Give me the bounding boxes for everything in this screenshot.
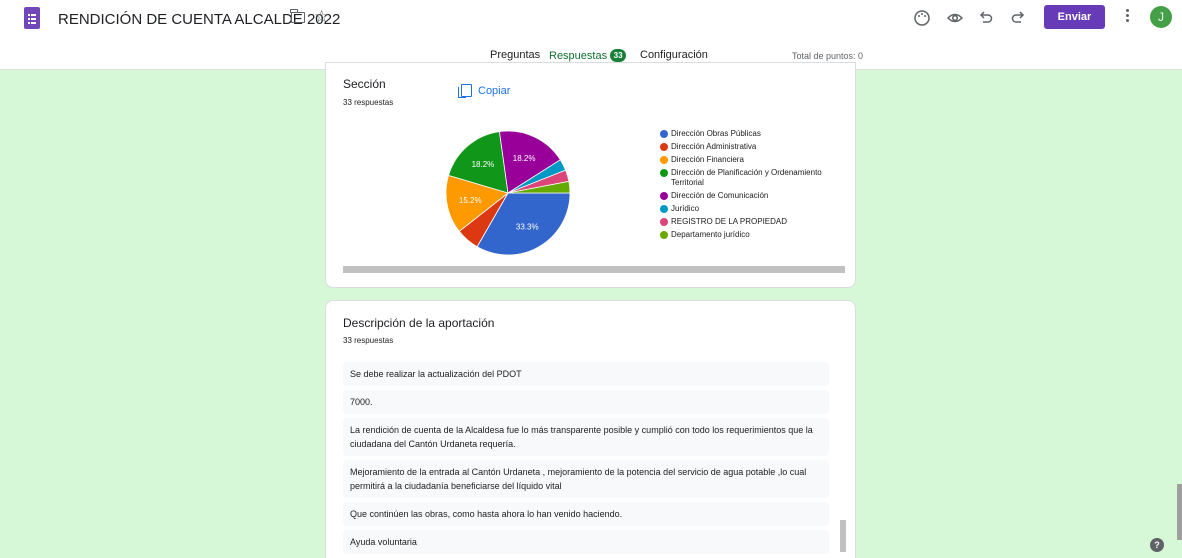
legend-dot (660, 143, 668, 151)
legend-dot (660, 218, 668, 226)
legend-dot (660, 231, 668, 239)
legend-label: Jurídico (671, 204, 700, 213)
tab-questions[interactable]: Preguntas (490, 49, 540, 61)
top-bar: RENDICIÓN DE CUENTA ALCALDE 2022 ☆ Envia… (0, 0, 1182, 44)
responses-scrollbar[interactable] (840, 520, 846, 552)
response-item: La rendición de cuenta de la Alcaldesa f… (343, 418, 829, 456)
legend-label: Dirección Financiera (671, 155, 744, 164)
send-button[interactable]: Enviar (1044, 5, 1105, 29)
legend-item: Dirección de Planificación y Ordenamient… (660, 168, 830, 188)
response-item: Que continúen las obras, como hasta ahor… (343, 502, 829, 526)
legend-dot (660, 130, 668, 138)
chart-horizontal-scrollbar[interactable] (343, 266, 845, 273)
total-points: Total de puntos: 0 (792, 51, 864, 61)
response-item: 7000. (343, 390, 829, 414)
help-icon[interactable]: ? (1150, 538, 1164, 552)
eye-icon[interactable] (945, 8, 965, 28)
tab-responses[interactable]: Respuestas 33 (549, 49, 627, 62)
legend-item: Dirección Financiera (660, 155, 830, 165)
description-card-title: Descripción de la aportación (343, 316, 495, 330)
legend-dot (660, 205, 668, 213)
legend-item: Dirección Administrativa (660, 142, 830, 152)
folder-icon[interactable] (290, 9, 305, 23)
legend-item: Jurídico (660, 204, 830, 214)
legend-item: Dirección Obras Públicas (660, 129, 830, 139)
redo-icon[interactable] (1008, 8, 1028, 28)
response-item: Mejoramiento de la entrada al Cantón Urd… (343, 460, 829, 498)
undo-icon[interactable] (976, 8, 996, 28)
section-card-title: Sección (343, 77, 386, 91)
legend-item: Departamento jurídico (660, 230, 830, 240)
description-card-subtitle: 33 respuestas (343, 336, 394, 345)
section-pie-chart: 33.3% 15.2% 18.2% 18.2% (445, 130, 571, 256)
legend-dot (660, 156, 668, 164)
pie-slice-label: 15.2% (459, 196, 482, 205)
legend-item: REGISTRO DE LA PROPIEDAD (660, 217, 830, 227)
response-item: Ayuda voluntaria (343, 530, 829, 554)
section-card-subtitle: 33 respuestas (343, 98, 394, 107)
pie-slice-label: 18.2% (472, 160, 495, 169)
response-item: Se debe realizar la actualización del PD… (343, 362, 829, 386)
legend-dot (660, 192, 668, 200)
responses-count-badge: 33 (610, 49, 627, 62)
legend-label: Dirección de Comunicación (671, 191, 769, 200)
legend-label: REGISTRO DE LA PROPIEDAD (671, 217, 788, 226)
tab-responses-label: Respuestas (549, 50, 608, 62)
chart-legend: Dirección Obras Públicas Dirección Admini… (660, 129, 830, 243)
star-icon[interactable]: ☆ (314, 8, 329, 25)
legend-item: Dirección de Comunicación (660, 191, 830, 201)
more-vert-icon[interactable] (1125, 7, 1129, 27)
forms-app-icon[interactable] (24, 7, 40, 29)
page-scrollbar[interactable] (1177, 484, 1182, 540)
palette-icon[interactable] (912, 8, 932, 28)
copy-label: Copiar (478, 85, 511, 97)
legend-dot (660, 169, 668, 177)
tab-settings[interactable]: Configuración (640, 49, 708, 61)
copy-icon (458, 84, 472, 98)
pie-slice-label: 33.3% (516, 222, 539, 231)
avatar[interactable]: J (1150, 6, 1172, 28)
legend-label: Departamento jurídico (671, 230, 750, 239)
legend-label: Dirección de Planificación y Ordenamient… (671, 168, 822, 187)
legend-label: Dirección Obras Públicas (671, 129, 761, 138)
legend-label: Dirección Administrativa (671, 142, 757, 151)
pie-slice-label: 18.2% (513, 154, 536, 163)
responses-list[interactable]: Se debe realizar la actualización del PD… (343, 362, 829, 555)
